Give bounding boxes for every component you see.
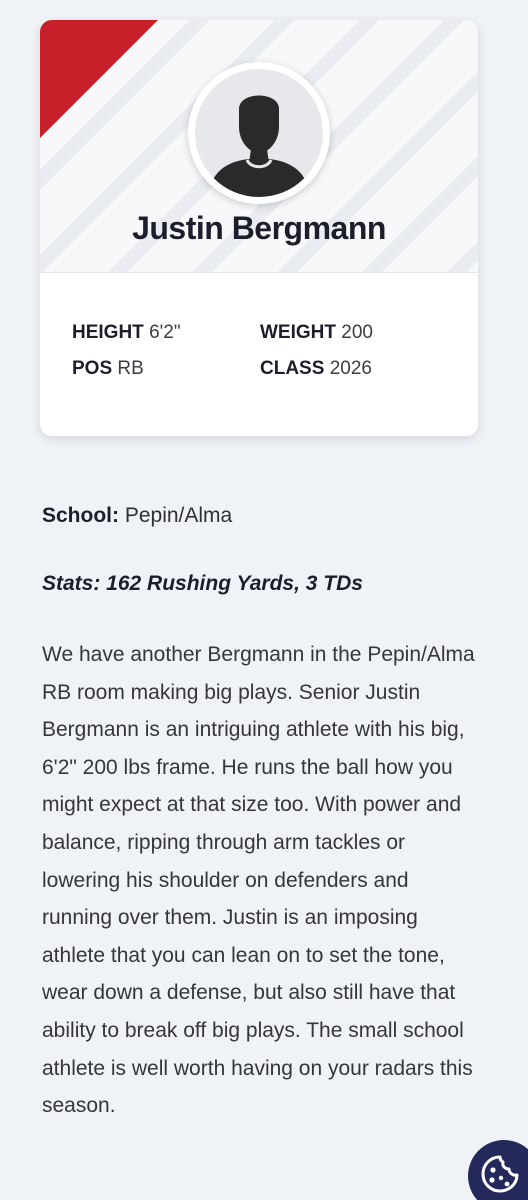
avatar	[188, 62, 330, 204]
class-value: 2026	[329, 358, 372, 379]
person-silhouette-icon	[195, 69, 323, 197]
weight-label: WEIGHT	[260, 322, 336, 343]
bio-paragraph: We have another Bergmann in the Pepin/Al…	[42, 643, 475, 1118]
height-label: HEIGHT	[72, 322, 144, 343]
article-content: School: Pepin/Alma Stats: 162 Rushing Ya…	[42, 502, 482, 1125]
pos-value: RB	[117, 358, 144, 379]
weight-attribute: WEIGHT 200	[260, 322, 448, 344]
school-line: School: Pepin/Alma	[42, 502, 482, 530]
cookie-icon	[480, 1154, 520, 1199]
school-value: Pepin/Alma	[124, 504, 233, 527]
cookie-settings-button[interactable]	[468, 1140, 528, 1200]
page: Justin Bergmann HEIGHT 6'2" WEIGHT 200 P…	[0, 0, 528, 1200]
position-attribute: POS RB	[72, 358, 260, 380]
height-value: 6'2"	[149, 322, 181, 343]
class-label: CLASS	[260, 358, 325, 379]
class-attribute: CLASS 2026	[260, 358, 448, 380]
height-attribute: HEIGHT 6'2"	[72, 322, 260, 344]
card-header: Justin Bergmann	[40, 20, 478, 272]
school-label: School:	[42, 504, 119, 527]
pos-label: POS	[72, 358, 113, 379]
accent-ribbon	[40, 20, 158, 138]
weight-value: 200	[341, 322, 373, 343]
player-card: Justin Bergmann HEIGHT 6'2" WEIGHT 200 P…	[40, 20, 478, 436]
player-name: Justin Bergmann	[132, 210, 386, 246]
divider	[40, 272, 478, 273]
attributes-grid: HEIGHT 6'2" WEIGHT 200 POS RB CLASS 2026	[72, 322, 452, 380]
stats-line: Stats: 162 Rushing Yards, 3 TDs	[42, 572, 363, 595]
